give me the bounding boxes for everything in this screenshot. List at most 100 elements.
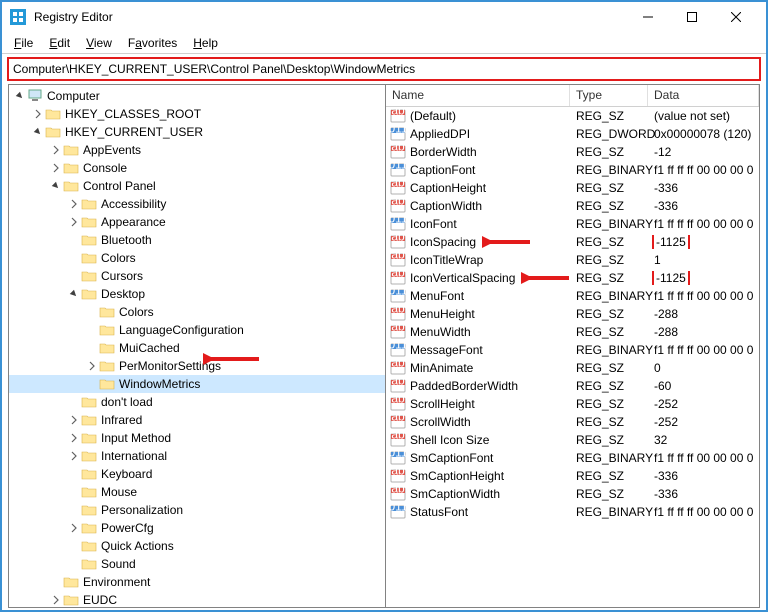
svg-text:ab: ab	[391, 252, 405, 262]
menu-file[interactable]: File	[6, 34, 41, 52]
maximize-button[interactable]	[670, 2, 714, 32]
binary-value-icon: 011	[390, 162, 406, 178]
tree-item-sound[interactable]: Sound	[9, 555, 385, 573]
tree-item-infrared[interactable]: Infrared	[9, 411, 385, 429]
list-row[interactable]: abMenuHeightREG_SZ-288	[386, 305, 759, 323]
chevron-right-icon[interactable]	[67, 415, 81, 425]
list-row[interactable]: abIconSpacingREG_SZ-1125	[386, 233, 759, 251]
tree-pane[interactable]: ComputerHKEY_CLASSES_ROOTHKEY_CURRENT_US…	[8, 84, 386, 608]
list-row[interactable]: abMenuWidthREG_SZ-288	[386, 323, 759, 341]
folder-icon	[81, 250, 97, 266]
list-row[interactable]: 011AppliedDPIREG_DWORD0x00000078 (120)	[386, 125, 759, 143]
list-row[interactable]: ab(Default)REG_SZ(value not set)	[386, 107, 759, 125]
tree-item-hkcr[interactable]: HKEY_CLASSES_ROOT	[9, 105, 385, 123]
value-name: BorderWidth	[410, 145, 477, 159]
menu-help[interactable]: Help	[185, 34, 226, 52]
value-name: MenuFont	[410, 289, 464, 303]
tree-item-bluetooth[interactable]: Bluetooth	[9, 231, 385, 249]
value-name: SmCaptionFont	[410, 451, 493, 465]
tree-item-cursors[interactable]: Cursors	[9, 267, 385, 285]
list-row[interactable]: abPaddedBorderWidthREG_SZ-60	[386, 377, 759, 395]
col-header-name[interactable]: Name	[386, 85, 570, 106]
tree-item-desktop[interactable]: Desktop	[9, 285, 385, 303]
chevron-right-icon[interactable]	[67, 523, 81, 533]
tree-item-controlpanel[interactable]: Control Panel	[9, 177, 385, 195]
chevron-right-icon[interactable]	[31, 109, 45, 119]
binary-value-icon: 011	[390, 288, 406, 304]
tree-item-eudc[interactable]: EUDC	[9, 591, 385, 608]
tree-item-quickactions[interactable]: Quick Actions	[9, 537, 385, 555]
list-row[interactable]: abScrollHeightREG_SZ-252	[386, 395, 759, 413]
chevron-right-icon[interactable]	[49, 595, 63, 605]
list-row[interactable]: abIconVerticalSpacingREG_SZ-1125	[386, 269, 759, 287]
tree-item-colors2[interactable]: Colors	[9, 303, 385, 321]
chevron-down-icon[interactable]	[13, 91, 27, 101]
value-name: IconVerticalSpacing	[410, 271, 515, 285]
maximize-icon	[687, 12, 697, 22]
list-row[interactable]: abMinAnimateREG_SZ0	[386, 359, 759, 377]
list-row[interactable]: abBorderWidthREG_SZ-12	[386, 143, 759, 161]
tree-item-muicached[interactable]: MuiCached	[9, 339, 385, 357]
value-name: Shell Icon Size	[410, 433, 489, 447]
menu-favorites[interactable]: Favorites	[120, 34, 185, 52]
list-row[interactable]: 011MenuFontREG_BINARYf1 ff ff ff 00 00 0…	[386, 287, 759, 305]
tree-item-dontload[interactable]: don't load	[9, 393, 385, 411]
tree-item-console[interactable]: Console	[9, 159, 385, 177]
col-header-type[interactable]: Type	[570, 85, 648, 106]
tree-item-root[interactable]: Computer	[9, 87, 385, 105]
menu-edit[interactable]: Edit	[41, 34, 78, 52]
svg-text:ab: ab	[391, 198, 405, 208]
chevron-right-icon[interactable]	[67, 199, 81, 209]
list-body: ab(Default)REG_SZ(value not set)011Appli…	[386, 107, 759, 521]
tree-item-windowmetrics[interactable]: WindowMetrics	[9, 375, 385, 393]
list-row[interactable]: abScrollWidthREG_SZ-252	[386, 413, 759, 431]
chevron-right-icon[interactable]	[49, 163, 63, 173]
tree-item-inputmethod[interactable]: Input Method	[9, 429, 385, 447]
chevron-down-icon[interactable]	[31, 127, 45, 137]
list-row[interactable]: abIconTitleWrapREG_SZ1	[386, 251, 759, 269]
value-type: REG_SZ	[570, 469, 648, 483]
string-value-icon: ab	[390, 432, 406, 448]
tree-item-hkcu[interactable]: HKEY_CURRENT_USER	[9, 123, 385, 141]
annotation-arrow-icon	[521, 271, 571, 285]
tree-item-keyboard[interactable]: Keyboard	[9, 465, 385, 483]
tree-item-accessibility[interactable]: Accessibility	[9, 195, 385, 213]
tree-item-powercfg[interactable]: PowerCfg	[9, 519, 385, 537]
chevron-right-icon[interactable]	[67, 217, 81, 227]
menu-view[interactable]: View	[78, 34, 120, 52]
list-row[interactable]: abCaptionWidthREG_SZ-336	[386, 197, 759, 215]
tree-item-langconf[interactable]: LanguageConfiguration	[9, 321, 385, 339]
list-row[interactable]: 011IconFontREG_BINARYf1 ff ff ff 00 00 0…	[386, 215, 759, 233]
chevron-right-icon[interactable]	[49, 145, 63, 155]
string-value-icon: ab	[390, 486, 406, 502]
chevron-right-icon[interactable]	[67, 433, 81, 443]
binary-value-icon: 011	[390, 126, 406, 142]
list-row[interactable]: 011MessageFontREG_BINARYf1 ff ff ff 00 0…	[386, 341, 759, 359]
tree-item-colors[interactable]: Colors	[9, 249, 385, 267]
list-row[interactable]: abCaptionHeightREG_SZ-336	[386, 179, 759, 197]
list-row[interactable]: abSmCaptionHeightREG_SZ-336	[386, 467, 759, 485]
tree-item-mouse[interactable]: Mouse	[9, 483, 385, 501]
tree-item-international[interactable]: International	[9, 447, 385, 465]
tree-item-environment[interactable]: Environment	[9, 573, 385, 591]
tree-item-permonitor[interactable]: PerMonitorSettings	[9, 357, 385, 375]
tree-label: Mouse	[101, 485, 137, 499]
tree-item-personalization[interactable]: Personalization	[9, 501, 385, 519]
value-type: REG_BINARY	[570, 217, 648, 231]
chevron-down-icon[interactable]	[67, 289, 81, 299]
list-row[interactable]: 011StatusFontREG_BINARYf1 ff ff ff 00 00…	[386, 503, 759, 521]
minimize-button[interactable]	[626, 2, 670, 32]
tree-item-appearance[interactable]: Appearance	[9, 213, 385, 231]
list-row[interactable]: abSmCaptionWidthREG_SZ-336	[386, 485, 759, 503]
list-row[interactable]: 011CaptionFontREG_BINARYf1 ff ff ff 00 0…	[386, 161, 759, 179]
col-header-data[interactable]: Data	[648, 85, 759, 106]
tree-item-appevents[interactable]: AppEvents	[9, 141, 385, 159]
close-button[interactable]	[714, 2, 758, 32]
chevron-right-icon[interactable]	[67, 451, 81, 461]
chevron-down-icon[interactable]	[49, 181, 63, 191]
address-bar[interactable]: Computer\HKEY_CURRENT_USER\Control Panel…	[8, 58, 760, 80]
chevron-right-icon[interactable]	[85, 361, 99, 371]
tree-label: Colors	[101, 251, 136, 265]
list-row[interactable]: abShell Icon SizeREG_SZ32	[386, 431, 759, 449]
list-row[interactable]: 011SmCaptionFontREG_BINARYf1 ff ff ff 00…	[386, 449, 759, 467]
